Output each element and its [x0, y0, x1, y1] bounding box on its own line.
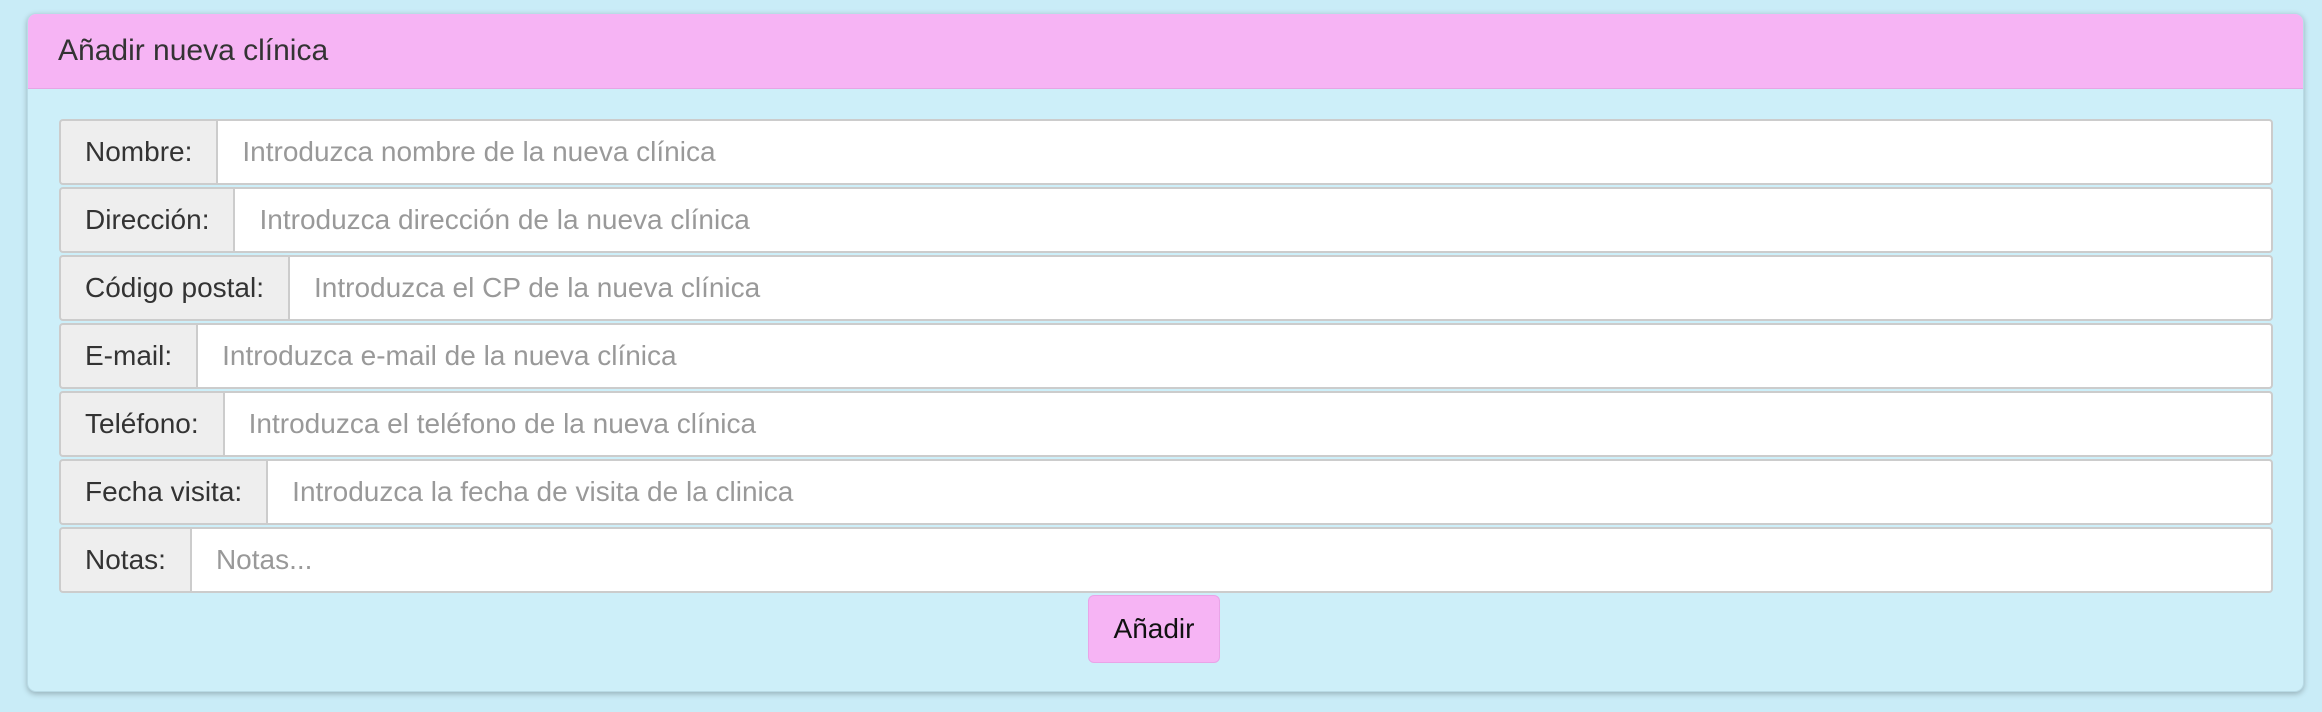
panel-title: Añadir nueva clínica — [58, 34, 329, 67]
notas-label: Notas: — [59, 527, 190, 593]
email-input[interactable] — [196, 323, 2273, 389]
input-group-codigo-postal: Código postal: — [59, 255, 2273, 321]
submit-wrapper: Añadir — [59, 595, 2273, 663]
add-clinic-button[interactable]: Añadir — [1088, 595, 1220, 663]
input-group-email: E-mail: — [59, 323, 2273, 389]
nombre-input[interactable] — [216, 119, 2273, 185]
input-group-notas: Notas: — [59, 527, 2273, 593]
direccion-label: Dirección: — [59, 187, 234, 253]
fecha-visita-input[interactable] — [266, 459, 2273, 525]
codigo-postal-label: Código postal: — [59, 255, 289, 321]
notas-input[interactable] — [189, 527, 2273, 593]
input-group-direccion: Dirección: — [59, 187, 2273, 253]
email-label: E-mail: — [59, 323, 197, 389]
panel-heading: Añadir nueva clínica — [28, 14, 2303, 89]
input-group-telefono: Teléfono: — [59, 391, 2273, 457]
nombre-label: Nombre: — [59, 119, 217, 185]
telefono-input[interactable] — [222, 391, 2273, 457]
input-group-fecha-visita: Fecha visita: — [59, 459, 2273, 525]
fecha-visita-label: Fecha visita: — [59, 459, 267, 525]
direccion-input[interactable] — [233, 187, 2273, 253]
add-clinic-panel: Añadir nueva clínica Nombre: Dirección: … — [27, 13, 2304, 692]
add-clinic-form: Nombre: Dirección: Código postal: E-mail… — [28, 89, 2303, 663]
input-group-nombre: Nombre: — [59, 119, 2273, 185]
telefono-label: Teléfono: — [59, 391, 223, 457]
codigo-postal-input[interactable] — [288, 255, 2273, 321]
